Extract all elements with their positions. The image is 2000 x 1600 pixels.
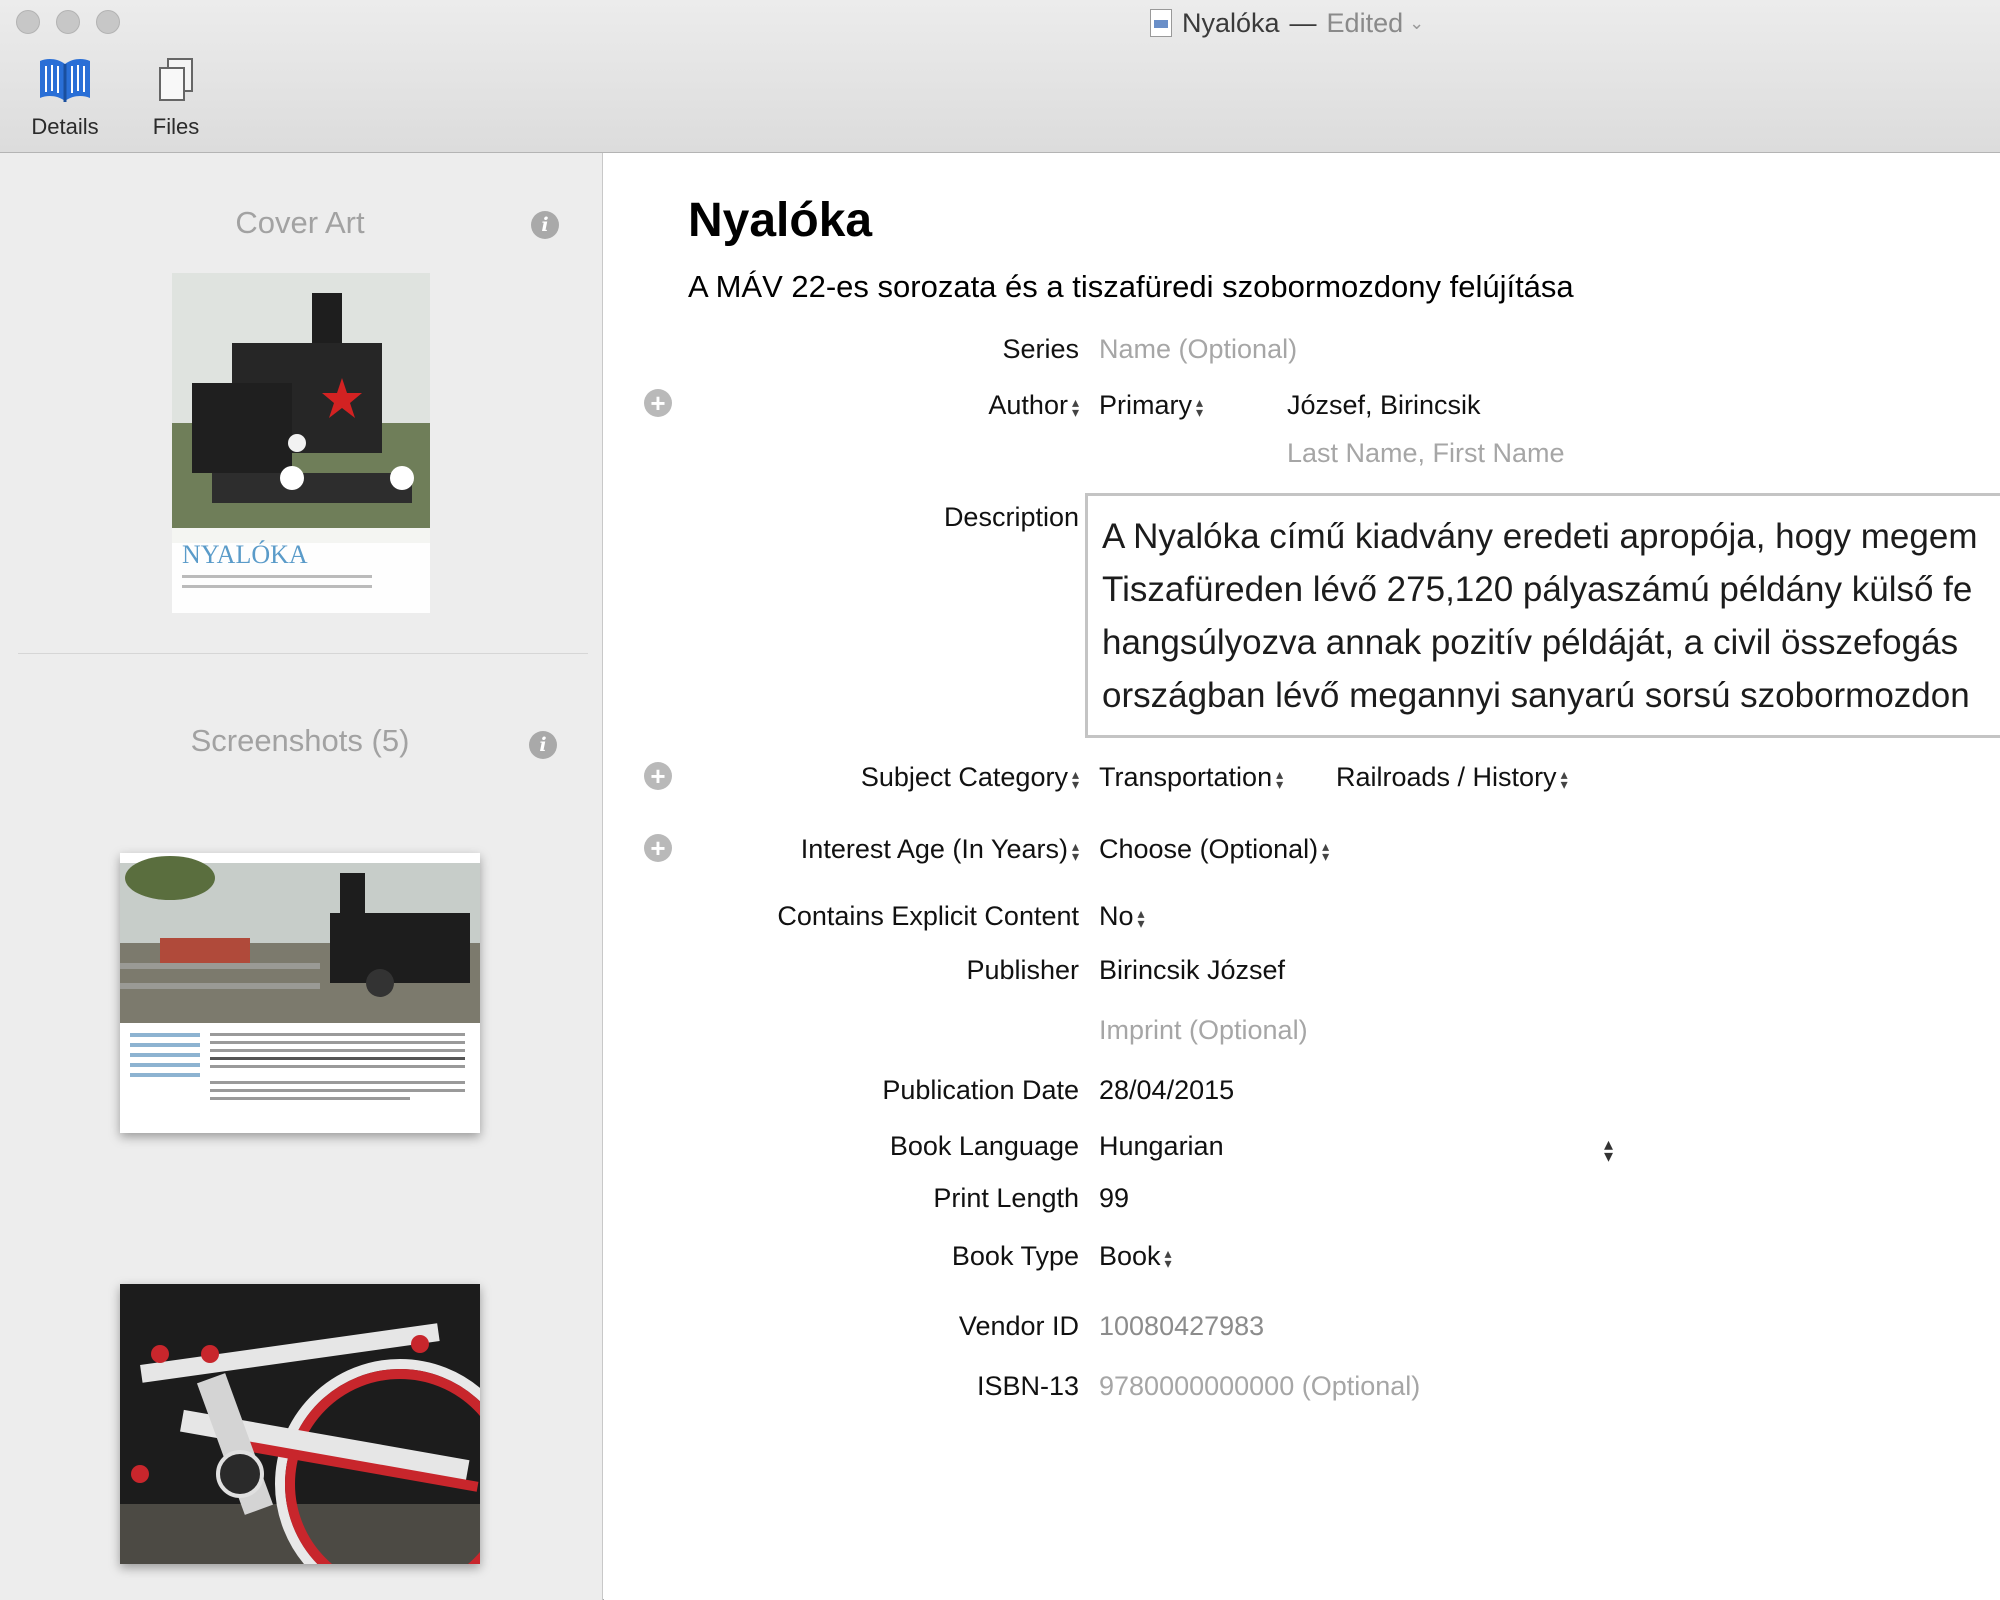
explicit-select[interactable]: No ▴ ▾ (1099, 901, 1145, 932)
window-title[interactable]: Nyalóka — Edited ⌄ (1150, 6, 1424, 40)
sidebar-divider (18, 653, 588, 654)
publisher-input[interactable]: Birincsik József (1099, 955, 1285, 986)
interest-value: Choose (Optional) (1099, 834, 1319, 864)
add-subject-icon[interactable]: + (644, 762, 672, 790)
language-input[interactable]: Hungarian (1099, 1131, 1224, 1162)
updown-chevron-icon: ▴ ▾ (1164, 1244, 1172, 1271)
zoom-window-button[interactable] (96, 10, 120, 34)
author-name-input[interactable]: József, Birincsik (1287, 390, 1481, 421)
updown-chevron-icon: ▴ ▾ (1560, 765, 1568, 792)
isbn-input[interactable]: 9780000000000 (Optional) (1099, 1371, 1420, 1402)
subject-secondary: Railroads / History (1336, 762, 1557, 792)
vendor-id-label: Vendor ID (958, 1311, 1079, 1341)
window-title-dash: — (1289, 7, 1317, 38)
isbn-label: ISBN-13 (976, 1371, 1079, 1401)
author-name-hint: Last Name, First Name (1287, 438, 1565, 468)
updown-chevron-icon: ▴ ▾ (1071, 765, 1079, 792)
imprint-input[interactable]: Imprint (Optional) (1099, 1015, 1308, 1046)
interest-age-select[interactable]: Choose (Optional) ▴ ▾ (1099, 834, 1329, 865)
explicit-value: No (1099, 901, 1134, 931)
minimize-window-button[interactable] (56, 10, 80, 34)
add-author-icon[interactable]: + (644, 389, 672, 417)
updown-chevron-icon: ▴ ▾ (1071, 837, 1079, 864)
language-label: Book Language (889, 1131, 1079, 1161)
subject-secondary-select[interactable]: Railroads / History ▴ ▾ (1336, 762, 1568, 793)
updown-chevron-icon: ▴ ▾ (1137, 904, 1145, 931)
subject-category-select[interactable]: Subject Category ▴ ▾ (861, 762, 1079, 793)
language-stepper-icon[interactable]: ▴ ▾ (1604, 1135, 1613, 1165)
details-label: Details (31, 114, 99, 139)
window-title-text: Nyalóka (1182, 7, 1280, 38)
cover-art-title: Cover Art (235, 205, 365, 240)
book-type-value: Book (1099, 1241, 1161, 1271)
files-button[interactable]: Files (121, 52, 231, 140)
updown-chevron-icon: ▴ ▾ (1196, 393, 1204, 420)
book-icon (37, 52, 93, 108)
add-interest-age-icon[interactable]: + (644, 834, 672, 862)
close-window-button[interactable] (16, 10, 40, 34)
screenshot-1[interactable] (120, 853, 480, 1133)
series-label: Series (1002, 334, 1079, 364)
screenshots-info-icon[interactable]: i (529, 731, 557, 759)
description-line-1: A Nyalóka című kiadvány eredeti apropója… (1102, 517, 1978, 556)
cover-art-image[interactable]: NYALÓKA (172, 273, 430, 613)
subject-label: Subject Category (860, 762, 1068, 792)
series-input[interactable]: Name (Optional) (1099, 334, 1297, 365)
book-type-select[interactable]: Book ▴ ▾ (1099, 1241, 1172, 1272)
description-line-4: országban lévő megannyi sanyarú sorsú sz… (1102, 676, 1970, 715)
screenshot-2[interactable] (120, 1284, 480, 1564)
print-length-input[interactable]: 99 (1099, 1183, 1129, 1214)
pubdate-input[interactable]: 28/04/2015 (1099, 1075, 1234, 1106)
print-length-label: Print Length (933, 1183, 1079, 1213)
updown-chevron-icon: ▴ ▾ (1071, 393, 1079, 420)
details-panel: Nyalóka A MÁV 22-es sorozata és a tiszaf… (604, 153, 2000, 1600)
sidebar: Cover Art i NYALÓKA Screenshots (5) i (0, 153, 603, 1600)
author-label: Author (988, 390, 1068, 420)
publisher-label: Publisher (966, 955, 1079, 985)
toolbar: Nyalóka — Edited ⌄ Details Files (0, 0, 2000, 153)
screenshots-title: Screenshots (5) (190, 723, 410, 758)
details-button[interactable]: Details (10, 52, 120, 140)
author-role: Primary (1099, 390, 1192, 420)
updown-chevron-icon: ▴ ▾ (1322, 837, 1330, 864)
interest-age-type-select[interactable]: Interest Age (In Years) ▴ ▾ (801, 834, 1079, 865)
interest-label: Interest Age (In Years) (800, 834, 1068, 864)
author-role-select[interactable]: Primary ▴ ▾ (1099, 390, 1203, 421)
cover-title-text: NYALÓKA (182, 540, 308, 569)
chevron-down-icon: ⌄ (1409, 12, 1425, 33)
book-subtitle[interactable]: A MÁV 22-es sorozata és a tiszafüredi sz… (688, 269, 1574, 305)
pubdate-label: Publication Date (882, 1075, 1079, 1105)
vendor-id-value: 10080427983 (1099, 1311, 1265, 1341)
explicit-label: Contains Explicit Content (777, 901, 1079, 931)
description-line-2: Tiszafüreden lévő 275,120 pályaszámú pél… (1102, 570, 1973, 609)
description-label: Description (943, 502, 1079, 532)
files-label: Files (152, 114, 200, 139)
subject-primary: Transportation (1099, 762, 1273, 792)
document-icon (1150, 9, 1172, 37)
description-textarea[interactable]: A Nyalóka című kiadvány eredeti apropója… (1085, 493, 2000, 738)
description-line-3: hangsúlyozva annak pozitív példáját, a c… (1102, 623, 1959, 662)
updown-chevron-icon: ▴ ▾ (1276, 765, 1284, 792)
book-type-label: Book Type (951, 1241, 1079, 1271)
files-icon (156, 52, 196, 108)
book-title[interactable]: Nyalóka (688, 193, 872, 248)
window-edited-status: Edited (1326, 7, 1404, 38)
cover-art-info-icon[interactable]: i (531, 211, 559, 239)
subject-primary-select[interactable]: Transportation ▴ ▾ (1099, 762, 1283, 793)
author-type-select[interactable]: Author ▴ ▾ (988, 390, 1079, 421)
